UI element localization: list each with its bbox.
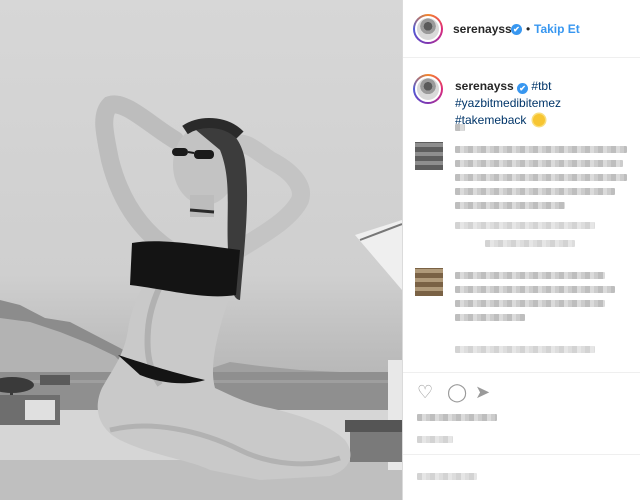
blurred-post-date [417, 436, 453, 443]
comment-icon[interactable]: ◯ [447, 383, 467, 401]
blurred-comment-placeholder[interactable] [417, 473, 477, 480]
follow-button[interactable]: Takip Et [534, 22, 580, 36]
post-username[interactable]: serenayss [453, 22, 512, 36]
verified-badge-icon: ✔ [511, 24, 522, 35]
blurred-comment-line [455, 188, 615, 195]
blurred-commenter-avatar [415, 268, 443, 296]
hashtag-tbt[interactable]: #tbt [531, 79, 551, 93]
blurred-comment-line [455, 146, 627, 153]
blurred-comment-line [455, 314, 525, 321]
post-actions-bar: ♡ ◯ ➤ [403, 372, 640, 408]
blurred-replies-link [485, 240, 575, 247]
blurred-comment-line [455, 160, 623, 167]
post-caption: serenayss ✔ #tbt #yazbitmedibitemez #tak… [455, 78, 640, 129]
blurred-comment-line [455, 300, 605, 307]
blurred-like-count [417, 414, 497, 421]
separator-dot: • [526, 22, 531, 36]
comment-input-area[interactable] [403, 454, 640, 500]
blurred-comment-line [455, 272, 605, 279]
post-side-panel: serenayss ✔ • Takip Et serenayss ✔ #tbt … [403, 0, 640, 500]
verified-badge-icon: ✔ [517, 83, 529, 94]
blurred-comment-meta [455, 346, 595, 353]
caption-avatar[interactable] [413, 74, 443, 104]
blurred-commenter-avatar [415, 142, 443, 170]
blurred-comment-line [455, 286, 615, 293]
heart-icon[interactable]: ♡ [417, 383, 433, 401]
hashtag-takemeback[interactable]: #takemeback [455, 113, 526, 127]
beach-photo-illustration [0, 95, 402, 500]
post-photo [0, 0, 402, 500]
blurred-comment-meta [455, 222, 595, 229]
blurred-comment-line [455, 174, 627, 181]
blurred-comment-line [455, 202, 565, 209]
hashtag-yazbitmedibitemez[interactable]: #yazbitmedibitemez [455, 96, 561, 110]
blurred-timestamp [455, 124, 465, 131]
share-icon[interactable]: ➤ [475, 383, 490, 401]
post-header: serenayss ✔ • Takip Et [403, 0, 640, 58]
caption-username[interactable]: serenayss [455, 79, 514, 93]
sun-emoji-icon [532, 114, 545, 126]
avatar[interactable] [413, 14, 443, 44]
